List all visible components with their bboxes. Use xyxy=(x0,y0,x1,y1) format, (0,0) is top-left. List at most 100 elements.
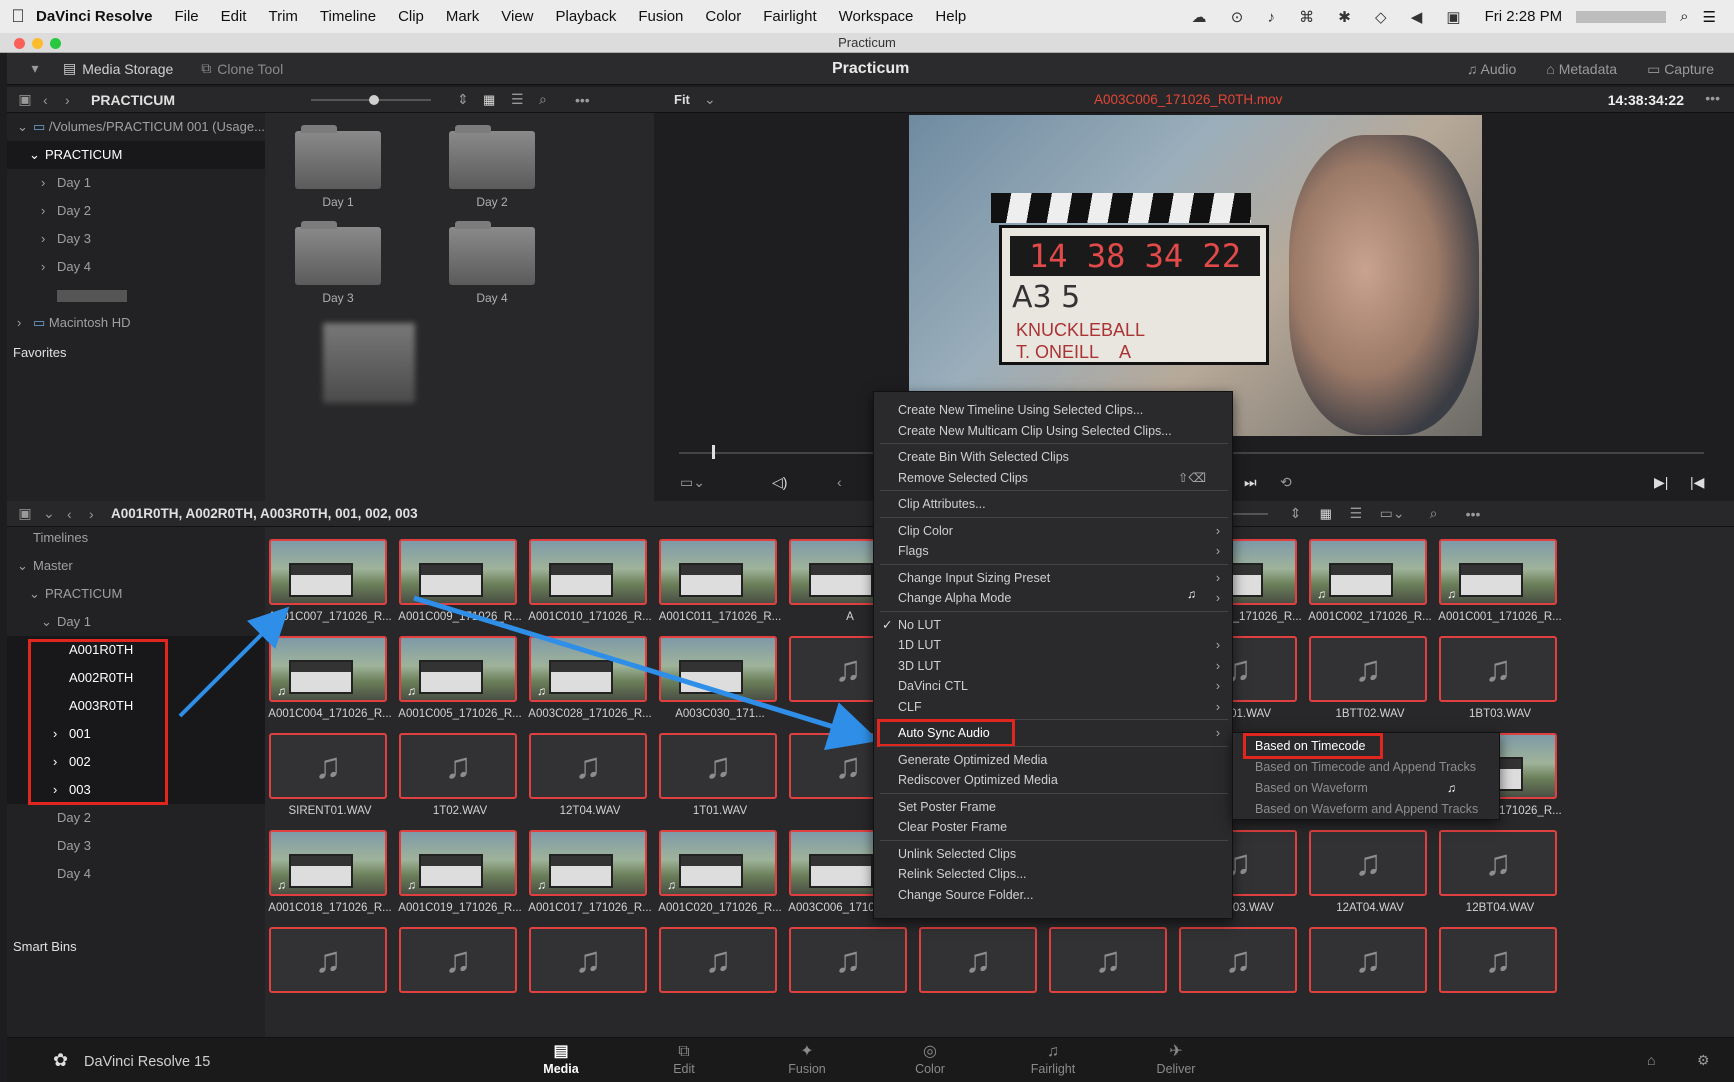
page-fusion-button[interactable]: ✦ Fusion xyxy=(762,1042,852,1076)
menu-item-remove-selected-clips[interactable]: Remove Selected Clips ⇧⌫ xyxy=(874,468,1234,488)
page-label: Edit xyxy=(673,1062,695,1076)
menu-item-create-bin-with-selected-clips[interactable]: Create Bin With Selected Clips xyxy=(874,447,1234,467)
menu-item-label: CLF xyxy=(898,699,922,714)
menu-item-davinci-ctl[interactable]: DaVinci CTL › xyxy=(874,676,1234,696)
menu-item-label: Flags xyxy=(898,544,929,558)
chevron-right-icon: › xyxy=(1215,726,1220,740)
submenu-item-based-on-timecode-and-append-tracks[interactable]: Based on Timecode and Append Tracks xyxy=(1233,757,1501,778)
submenu-item-based-on-waveform[interactable]: Based on Waveform xyxy=(1233,778,1501,799)
menu-item-label: Clip Color xyxy=(898,523,953,538)
menu-item-label: Change Alpha Mode xyxy=(898,591,1012,605)
menu-item-label: Create New Timeline Using Selected Clips… xyxy=(898,403,1144,417)
page-deliver-button[interactable]: ✈ Deliver xyxy=(1131,1042,1221,1076)
page-label: Color xyxy=(915,1062,945,1076)
menu-item-label: Change Input Sizing Preset xyxy=(898,570,1051,585)
chevron-right-icon: › xyxy=(1215,544,1220,558)
app-version-label: DaVinci Resolve 15 xyxy=(84,1054,211,1070)
chevron-right-icon: › xyxy=(1215,523,1220,538)
arrow-to-auto-sync xyxy=(413,595,880,751)
menu-item-flags[interactable]: Flags › xyxy=(874,541,1234,561)
annotation-arrows xyxy=(178,595,1242,767)
audio-badge-icon: ♫ xyxy=(1317,587,1326,601)
audio-badge-icon: ♫ xyxy=(1447,781,1456,795)
resolve-logo-icon: ✿ xyxy=(53,1050,69,1070)
home-icon[interactable]: ⌂ xyxy=(1647,1052,1655,1068)
auto-sync-highlight xyxy=(877,719,1015,747)
audio-badge-icon: ♫ xyxy=(407,878,416,892)
page-label: Fusion xyxy=(788,1062,826,1076)
page-label: Media xyxy=(543,1062,579,1076)
menu-separator xyxy=(880,792,1228,794)
chevron-right-icon: › xyxy=(1215,658,1220,673)
menu-item-change-alpha-mode[interactable]: Change Alpha Mode › xyxy=(874,588,1234,608)
menu-item-auto-sync-audio[interactable]: Auto Sync Audio › xyxy=(874,719,1234,747)
shortcut-label: ⇧⌫ xyxy=(1177,470,1206,485)
page-media-button[interactable]: ▤ Media xyxy=(516,1042,606,1076)
menu-item-clear-poster-frame[interactable]: Clear Poster Frame xyxy=(874,817,1234,837)
menu-item-label: Set Poster Frame xyxy=(898,799,996,814)
page-label: Deliver xyxy=(1156,1062,1196,1076)
menu-item-rediscover-optimized-media[interactable]: Rediscover Optimized Media xyxy=(874,770,1234,790)
menu-item-relink-selected-clips[interactable]: Relink Selected Clips... xyxy=(874,864,1234,884)
audio-badge-icon: ♫ xyxy=(407,684,416,698)
menu-item-label: Create New Multicam Clip Using Selected … xyxy=(898,423,1172,438)
chevron-right-icon: › xyxy=(1215,679,1220,693)
menu-item-generate-optimized-media[interactable]: Generate Optimized Media xyxy=(874,750,1234,770)
audio-badge-icon: ♫ xyxy=(277,684,286,698)
page-edit-icon: ⧉ xyxy=(678,1043,690,1060)
menu-separator xyxy=(880,839,1228,841)
page-navigation-bar: ✿ DaVinci Resolve 15 ▤ Media ⧉ Edit ✦ Fusion ◎… xyxy=(7,1037,1734,1082)
menu-item-3d-lut[interactable]: 3D LUT › xyxy=(874,656,1234,676)
chevron-right-icon: › xyxy=(1215,638,1220,652)
menu-item-clip-color[interactable]: Clip Color › xyxy=(874,521,1234,541)
chevron-right-icon: › xyxy=(1215,699,1220,714)
page-label: Fairlight xyxy=(1030,1062,1076,1076)
menu-item-no-lut[interactable]: No LUT ✓ xyxy=(874,615,1234,635)
menu-item-unlink-selected-clips[interactable]: Unlink Selected Clips xyxy=(874,844,1234,864)
page-fusion-icon: ✦ xyxy=(800,1043,814,1060)
audio-badge-icon: ♫ xyxy=(667,878,676,892)
menu-item-change-source-folder[interactable]: Change Source Folder... xyxy=(874,885,1234,905)
audio-badge-icon: ♫ xyxy=(1187,587,1196,601)
menu-separator xyxy=(880,516,1228,518)
menu-separator xyxy=(880,610,1228,612)
menu-item-clf[interactable]: CLF › xyxy=(874,697,1234,717)
menu-item-label: Generate Optimized Media xyxy=(898,752,1048,767)
page-color-icon: ◎ xyxy=(923,1043,937,1060)
menu-item-set-poster-frame[interactable]: Set Poster Frame xyxy=(874,797,1234,817)
menu-item-clip-attributes[interactable]: Clip Attributes... xyxy=(874,494,1234,514)
audio-badge-icon: ♫ xyxy=(537,684,546,698)
menu-item-label: Clear Poster Frame xyxy=(898,820,1008,834)
menu-separator xyxy=(880,745,1228,747)
page-color-button[interactable]: ◎ Color xyxy=(885,1042,975,1076)
menu-item-label: Clip Attributes... xyxy=(898,497,986,511)
menu-separator xyxy=(880,443,1228,444)
submenu-item-based-on-waveform-and-append-tracks[interactable]: Based on Waveform and Append Tracks xyxy=(1233,799,1501,820)
settings-gear-icon[interactable]: ⚙ xyxy=(1697,1052,1710,1069)
menu-item-label: 3D LUT xyxy=(898,658,942,673)
menu-item-create-new-multicam-clip-using-selected-clips[interactable]: Create New Multicam Clip Using Selected … xyxy=(874,421,1234,441)
menu-item-label: DaVinci CTL xyxy=(898,679,968,693)
auto-sync-audio-submenu: Based on Timecode Based on Timecode and A… xyxy=(1232,732,1500,820)
menu-item-create-new-timeline-using-selected-clips[interactable]: Create New Timeline Using Selected Clips… xyxy=(874,400,1234,420)
audio-badge-icon: ♫ xyxy=(1447,587,1456,601)
chevron-right-icon: › xyxy=(1215,591,1220,605)
chevron-right-icon: › xyxy=(1215,570,1220,585)
menu-separator xyxy=(880,563,1228,565)
menu-item-label: No LUT xyxy=(898,617,942,632)
menu-item-label: Remove Selected Clips xyxy=(898,470,1028,485)
audio-badge-icon: ♫ xyxy=(537,878,546,892)
menu-item-1d-lut[interactable]: 1D LUT › xyxy=(874,635,1234,655)
page-fairlight-button[interactable]: ♫ Fairlight xyxy=(1008,1042,1098,1076)
based-on-timecode-highlight xyxy=(1243,733,1383,759)
page-edit-button[interactable]: ⧉ Edit xyxy=(639,1042,729,1076)
menu-item-change-input-sizing-preset[interactable]: Change Input Sizing Preset › xyxy=(874,568,1234,588)
submenu-item-label: Based on Timecode and Append Tracks xyxy=(1255,760,1476,774)
audio-badge-icon: ♫ xyxy=(277,878,286,892)
checkmark-icon: ✓ xyxy=(882,617,893,632)
menu-item-label: 1D LUT xyxy=(898,638,942,652)
menu-item-label: Change Source Folder... xyxy=(898,887,1034,902)
page-fairlight-icon: ♫ xyxy=(1047,1043,1059,1060)
page-deliver-icon: ✈ xyxy=(1169,1043,1183,1060)
submenu-item-label: Based on Waveform and Append Tracks xyxy=(1255,802,1479,816)
